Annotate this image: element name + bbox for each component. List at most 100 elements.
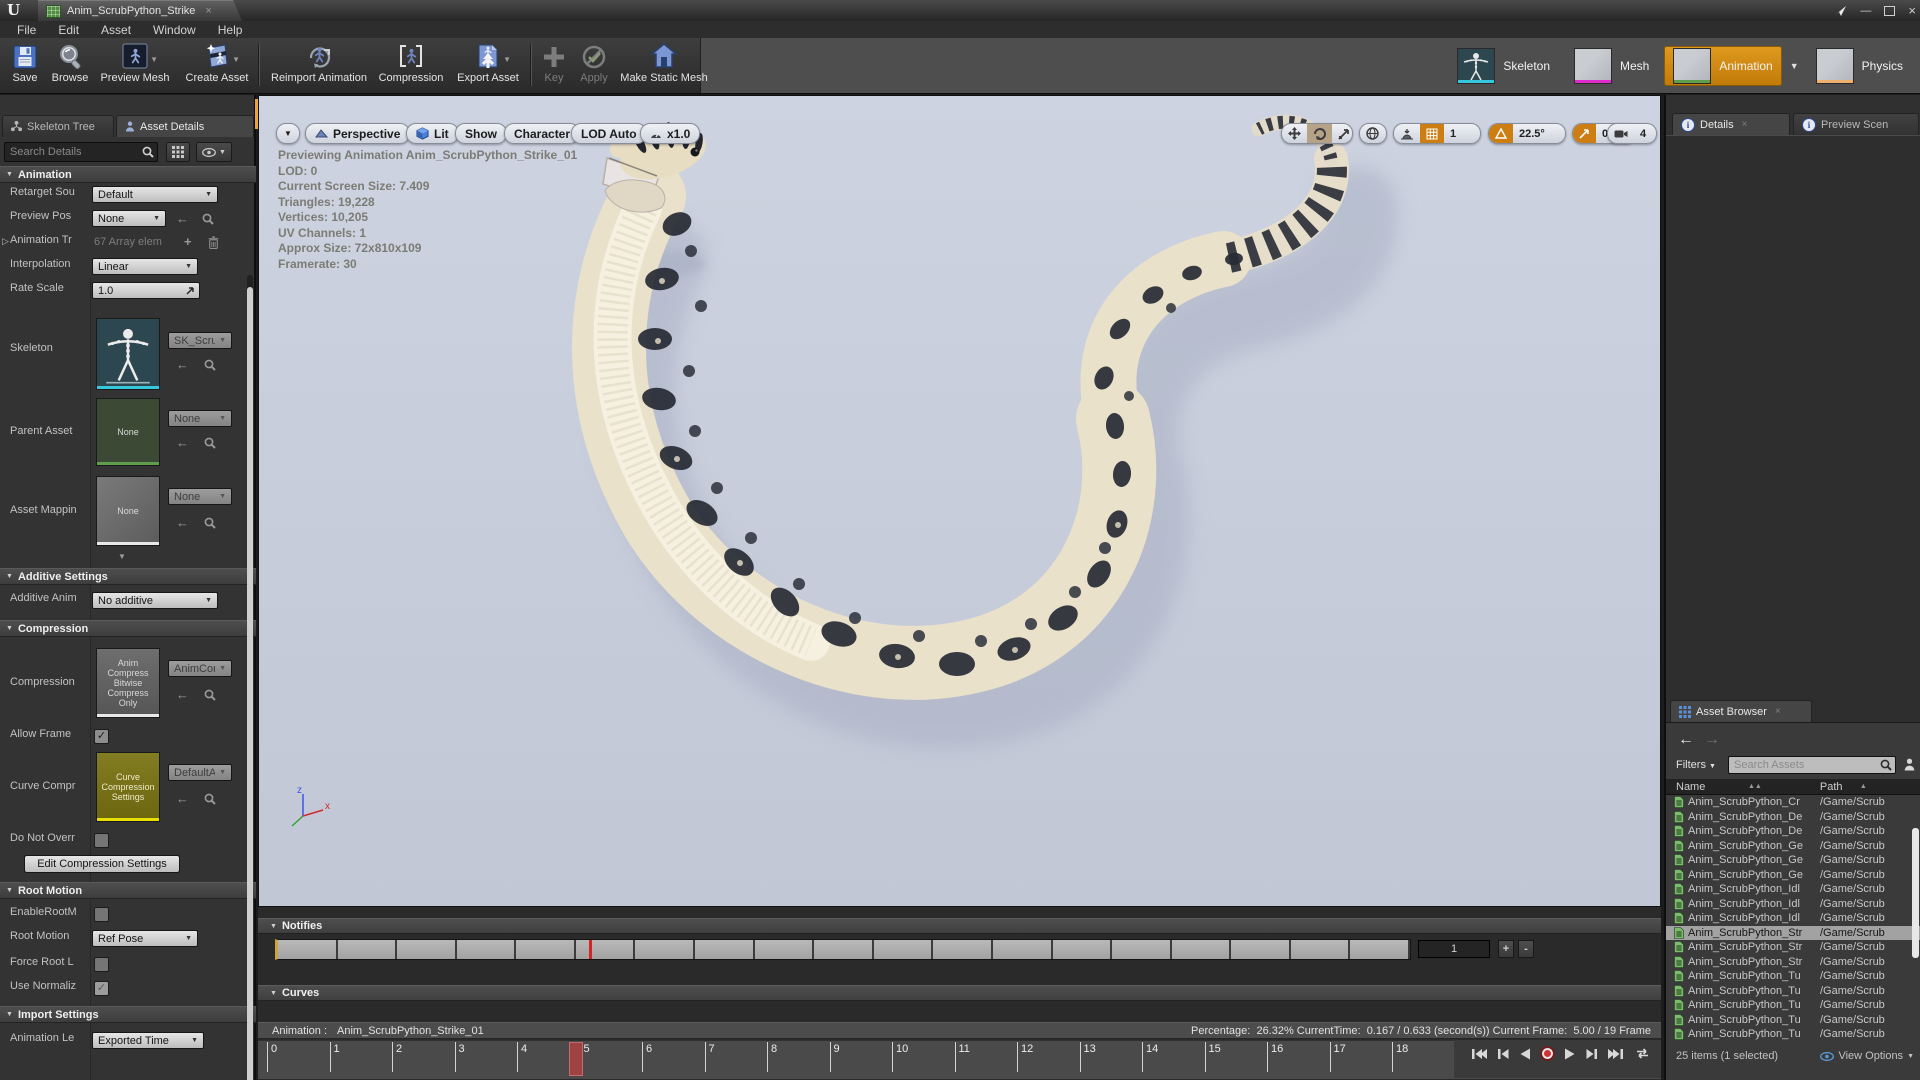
menu-item[interactable]: File xyxy=(6,22,47,38)
details-scrollbar[interactable] xyxy=(247,275,253,1080)
compression-scheme-thumbnail[interactable]: Anim Compress Bitwise Compress Only xyxy=(96,648,160,718)
camera-speed-value[interactable]: 4 xyxy=(1634,124,1652,143)
do-not-override-checkbox[interactable] xyxy=(94,833,109,848)
mode-physics-button[interactable]: Physics xyxy=(1807,46,1912,86)
apply-button[interactable]: Apply xyxy=(574,41,614,89)
menu-item[interactable]: Asset xyxy=(90,22,142,38)
notify-playhead[interactable] xyxy=(589,940,593,959)
details-search-input[interactable] xyxy=(4,142,158,162)
notify-track-cell[interactable] xyxy=(397,940,457,959)
notify-track-cell[interactable] xyxy=(1052,940,1113,959)
notify-track-cell[interactable] xyxy=(933,940,993,959)
make-static-mesh-button[interactable]: Make Static Mesh xyxy=(616,41,712,89)
tab-skeleton-tree[interactable]: Skeleton Tree xyxy=(2,115,114,137)
curve-compression-thumbnail[interactable]: Curve Compression Settings xyxy=(96,752,160,822)
filters-button[interactable]: Filters ▼ xyxy=(1676,759,1716,771)
dropdown-caret-icon[interactable]: ▼ xyxy=(232,55,240,64)
playback-speed-button[interactable]: x1.0 xyxy=(640,123,701,144)
root-motion-lock-dropdown[interactable]: Ref Pose ▼ xyxy=(92,930,198,947)
browse-to-asset-icon[interactable] xyxy=(204,793,216,805)
back-arrow-icon[interactable]: ← xyxy=(1678,731,1694,749)
surface-snap-button[interactable] xyxy=(1394,124,1420,143)
asset-row[interactable]: Anim_ScrubPython_Str /Game/Scrub xyxy=(1666,925,1920,940)
lit-mode-button[interactable]: Lit xyxy=(406,123,459,144)
loop-button[interactable] xyxy=(1634,1047,1651,1060)
tab-preview-scene[interactable]: i Preview Scen xyxy=(1793,113,1919,135)
view-options-button[interactable]: View Options ▼ xyxy=(1820,1050,1914,1062)
step-forward-button[interactable] xyxy=(1586,1048,1598,1060)
maximize-button[interactable] xyxy=(1884,5,1896,16)
reset-arrow-icon[interactable]: ← xyxy=(176,212,189,226)
notify-track-cell[interactable] xyxy=(516,940,576,959)
show-menu-button[interactable]: Show xyxy=(455,123,507,144)
browse-to-asset-icon[interactable] xyxy=(204,517,216,529)
coordinate-space-button[interactable] xyxy=(1359,123,1387,144)
parent-asset-dropdown[interactable]: None ▼ xyxy=(168,410,232,427)
notify-track-cell[interactable] xyxy=(695,940,755,959)
reset-arrow-icon[interactable]: ← xyxy=(176,436,189,450)
browse-to-asset-icon[interactable] xyxy=(204,437,216,449)
skeleton-asset-dropdown[interactable]: SK_Scrubl▼ xyxy=(168,332,232,349)
notify-track-cell[interactable] xyxy=(575,940,636,959)
enable-root-motion-checkbox[interactable] xyxy=(94,907,109,922)
tab-close-icon[interactable]: × xyxy=(205,5,211,17)
reset-arrow-icon[interactable]: ← xyxy=(176,358,189,372)
animation-mode-caret-icon[interactable]: ▼ xyxy=(1788,61,1801,71)
grid-snap-value[interactable]: 1 xyxy=(1444,124,1462,143)
section-additive-settings[interactable]: ▼ Additive Settings xyxy=(0,568,256,585)
dropdown-caret-icon[interactable]: ▼ xyxy=(150,55,158,64)
edit-compression-settings-button[interactable]: Edit Compression Settings xyxy=(24,855,180,873)
reset-arrow-icon[interactable]: ← xyxy=(176,792,189,806)
asset-row[interactable]: Anim_ScrubPython_Tu /Game/Scrub xyxy=(1666,1013,1920,1028)
lod-auto-button[interactable]: LOD Auto xyxy=(571,123,647,144)
notify-track-cell[interactable] xyxy=(1171,940,1232,959)
asset-row[interactable]: Anim_ScrubPython_Str /Game/Scrub xyxy=(1666,940,1920,955)
rotate-tool-button[interactable] xyxy=(1307,124,1332,143)
allow-frame-checkbox[interactable]: ✓ xyxy=(94,729,109,744)
translate-tool-button[interactable] xyxy=(1282,124,1307,143)
tab-asset-browser[interactable]: Asset Browser × xyxy=(1670,700,1812,722)
mode-skeleton-button[interactable]: Skeleton xyxy=(1448,46,1559,86)
mode-animation-button[interactable]: Animation xyxy=(1664,45,1782,86)
use-normalized-checkbox[interactable]: ✓ xyxy=(94,981,109,996)
section-root-motion[interactable]: ▼ Root Motion xyxy=(0,882,256,899)
asset-mapping-dropdown[interactable]: None ▼ xyxy=(168,488,232,505)
notify-track-cell[interactable] xyxy=(814,940,874,959)
browse-button[interactable]: Browse xyxy=(48,41,92,89)
reset-arrow-icon[interactable]: ← xyxy=(176,688,189,702)
scale-snap-toggle[interactable] xyxy=(1573,124,1596,143)
to-end-button[interactable] xyxy=(1608,1048,1624,1060)
scrollbar-thumb[interactable] xyxy=(247,287,253,1080)
asset-row[interactable]: Anim_ScrubPython_Cr /Game/Scrub xyxy=(1666,795,1920,810)
interpolation-dropdown[interactable]: Linear ▼ xyxy=(92,258,198,275)
camera-speed-button[interactable] xyxy=(1608,124,1634,143)
skeleton-asset-thumbnail[interactable] xyxy=(96,318,160,390)
notify-track-cell[interactable] xyxy=(456,940,517,959)
asset-row[interactable]: Anim_ScrubPython_Idl /Game/Scrub xyxy=(1666,882,1920,897)
step-back-button[interactable] xyxy=(1497,1048,1509,1060)
asset-mapping-thumbnail[interactable]: None xyxy=(96,476,160,546)
expander-arrow-icon[interactable]: ▼ xyxy=(118,552,126,561)
asset-row[interactable]: Anim_ScrubPython_Tu /Game/Scrub xyxy=(1666,1027,1920,1042)
asset-row[interactable]: Anim_ScrubPython_Ge /Game/Scrub xyxy=(1666,868,1920,883)
asset-row[interactable]: Anim_ScrubPython_Idl /Game/Scrub xyxy=(1666,897,1920,912)
notify-track-cell[interactable] xyxy=(1231,940,1291,959)
menu-item[interactable]: Help xyxy=(207,22,254,38)
tab-close-icon[interactable]: × xyxy=(1742,119,1748,130)
asset-row[interactable]: Anim_ScrubPython_Idl /Game/Scrub xyxy=(1666,911,1920,926)
dropdown-caret-icon[interactable]: ▼ xyxy=(503,55,511,64)
additive-anim-dropdown[interactable]: No additive ▼ xyxy=(92,592,218,609)
key-button[interactable]: Key xyxy=(538,41,570,89)
person-icon[interactable] xyxy=(1904,758,1915,771)
compression-scheme-dropdown[interactable]: AnimCom▼ xyxy=(168,660,232,677)
tab-details[interactable]: i Details × xyxy=(1672,113,1790,135)
browse-to-asset-icon[interactable] xyxy=(202,213,214,225)
asset-row[interactable]: Anim_ScrubPython_Str /Game/Scrub xyxy=(1666,955,1920,970)
export-asset-button[interactable]: ▼ Export Asset xyxy=(450,41,526,89)
add-notify-track-button[interactable]: + xyxy=(1498,940,1514,958)
asset-row[interactable]: Anim_ScrubPython_Tu /Game/Scrub xyxy=(1666,998,1920,1013)
preview-pose-dropdown[interactable]: None ▼ xyxy=(92,210,166,227)
trash-icon[interactable] xyxy=(208,236,219,249)
tab-close-icon[interactable]: × xyxy=(1775,706,1781,717)
curves-section-header[interactable]: ▼ Curves xyxy=(258,985,1661,1001)
